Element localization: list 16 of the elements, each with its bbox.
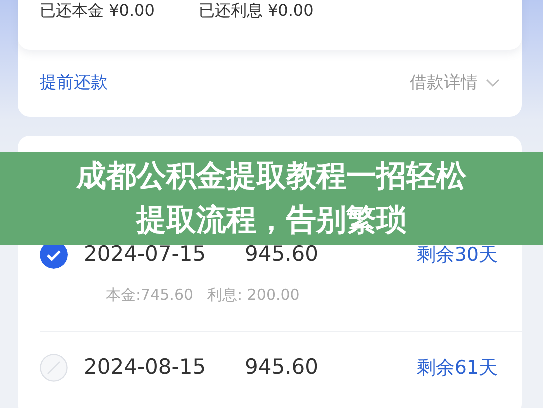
amount: 945.60 (245, 241, 320, 268)
days-remaining: 剩余30天 (416, 242, 498, 268)
principal-text: 本金:745.60 (106, 284, 194, 306)
due-date: 2024-07-15 (84, 241, 208, 268)
paid-interest: 已还利息 ¥0.00 (198, 0, 314, 22)
chevron-down-icon (486, 79, 500, 88)
due-date: 2024-08-15 (84, 354, 208, 382)
interest-text: 利息: 200.00 (208, 284, 300, 306)
prepay-link[interactable]: 提前还款 (40, 70, 108, 96)
banner-title-line: 提取流程，告别繁琐 (136, 202, 406, 240)
amount: 945.60 (245, 354, 320, 382)
days-remaining: 剩余61天 (416, 356, 498, 381)
details-link[interactable]: 借款详情 (410, 70, 500, 96)
checkbox[interactable] (40, 354, 68, 382)
banner-title-line: 成都公积金提取教程一招轻松 (76, 158, 466, 196)
paid-principal: 已还本金 ¥0.00 (40, 0, 155, 22)
